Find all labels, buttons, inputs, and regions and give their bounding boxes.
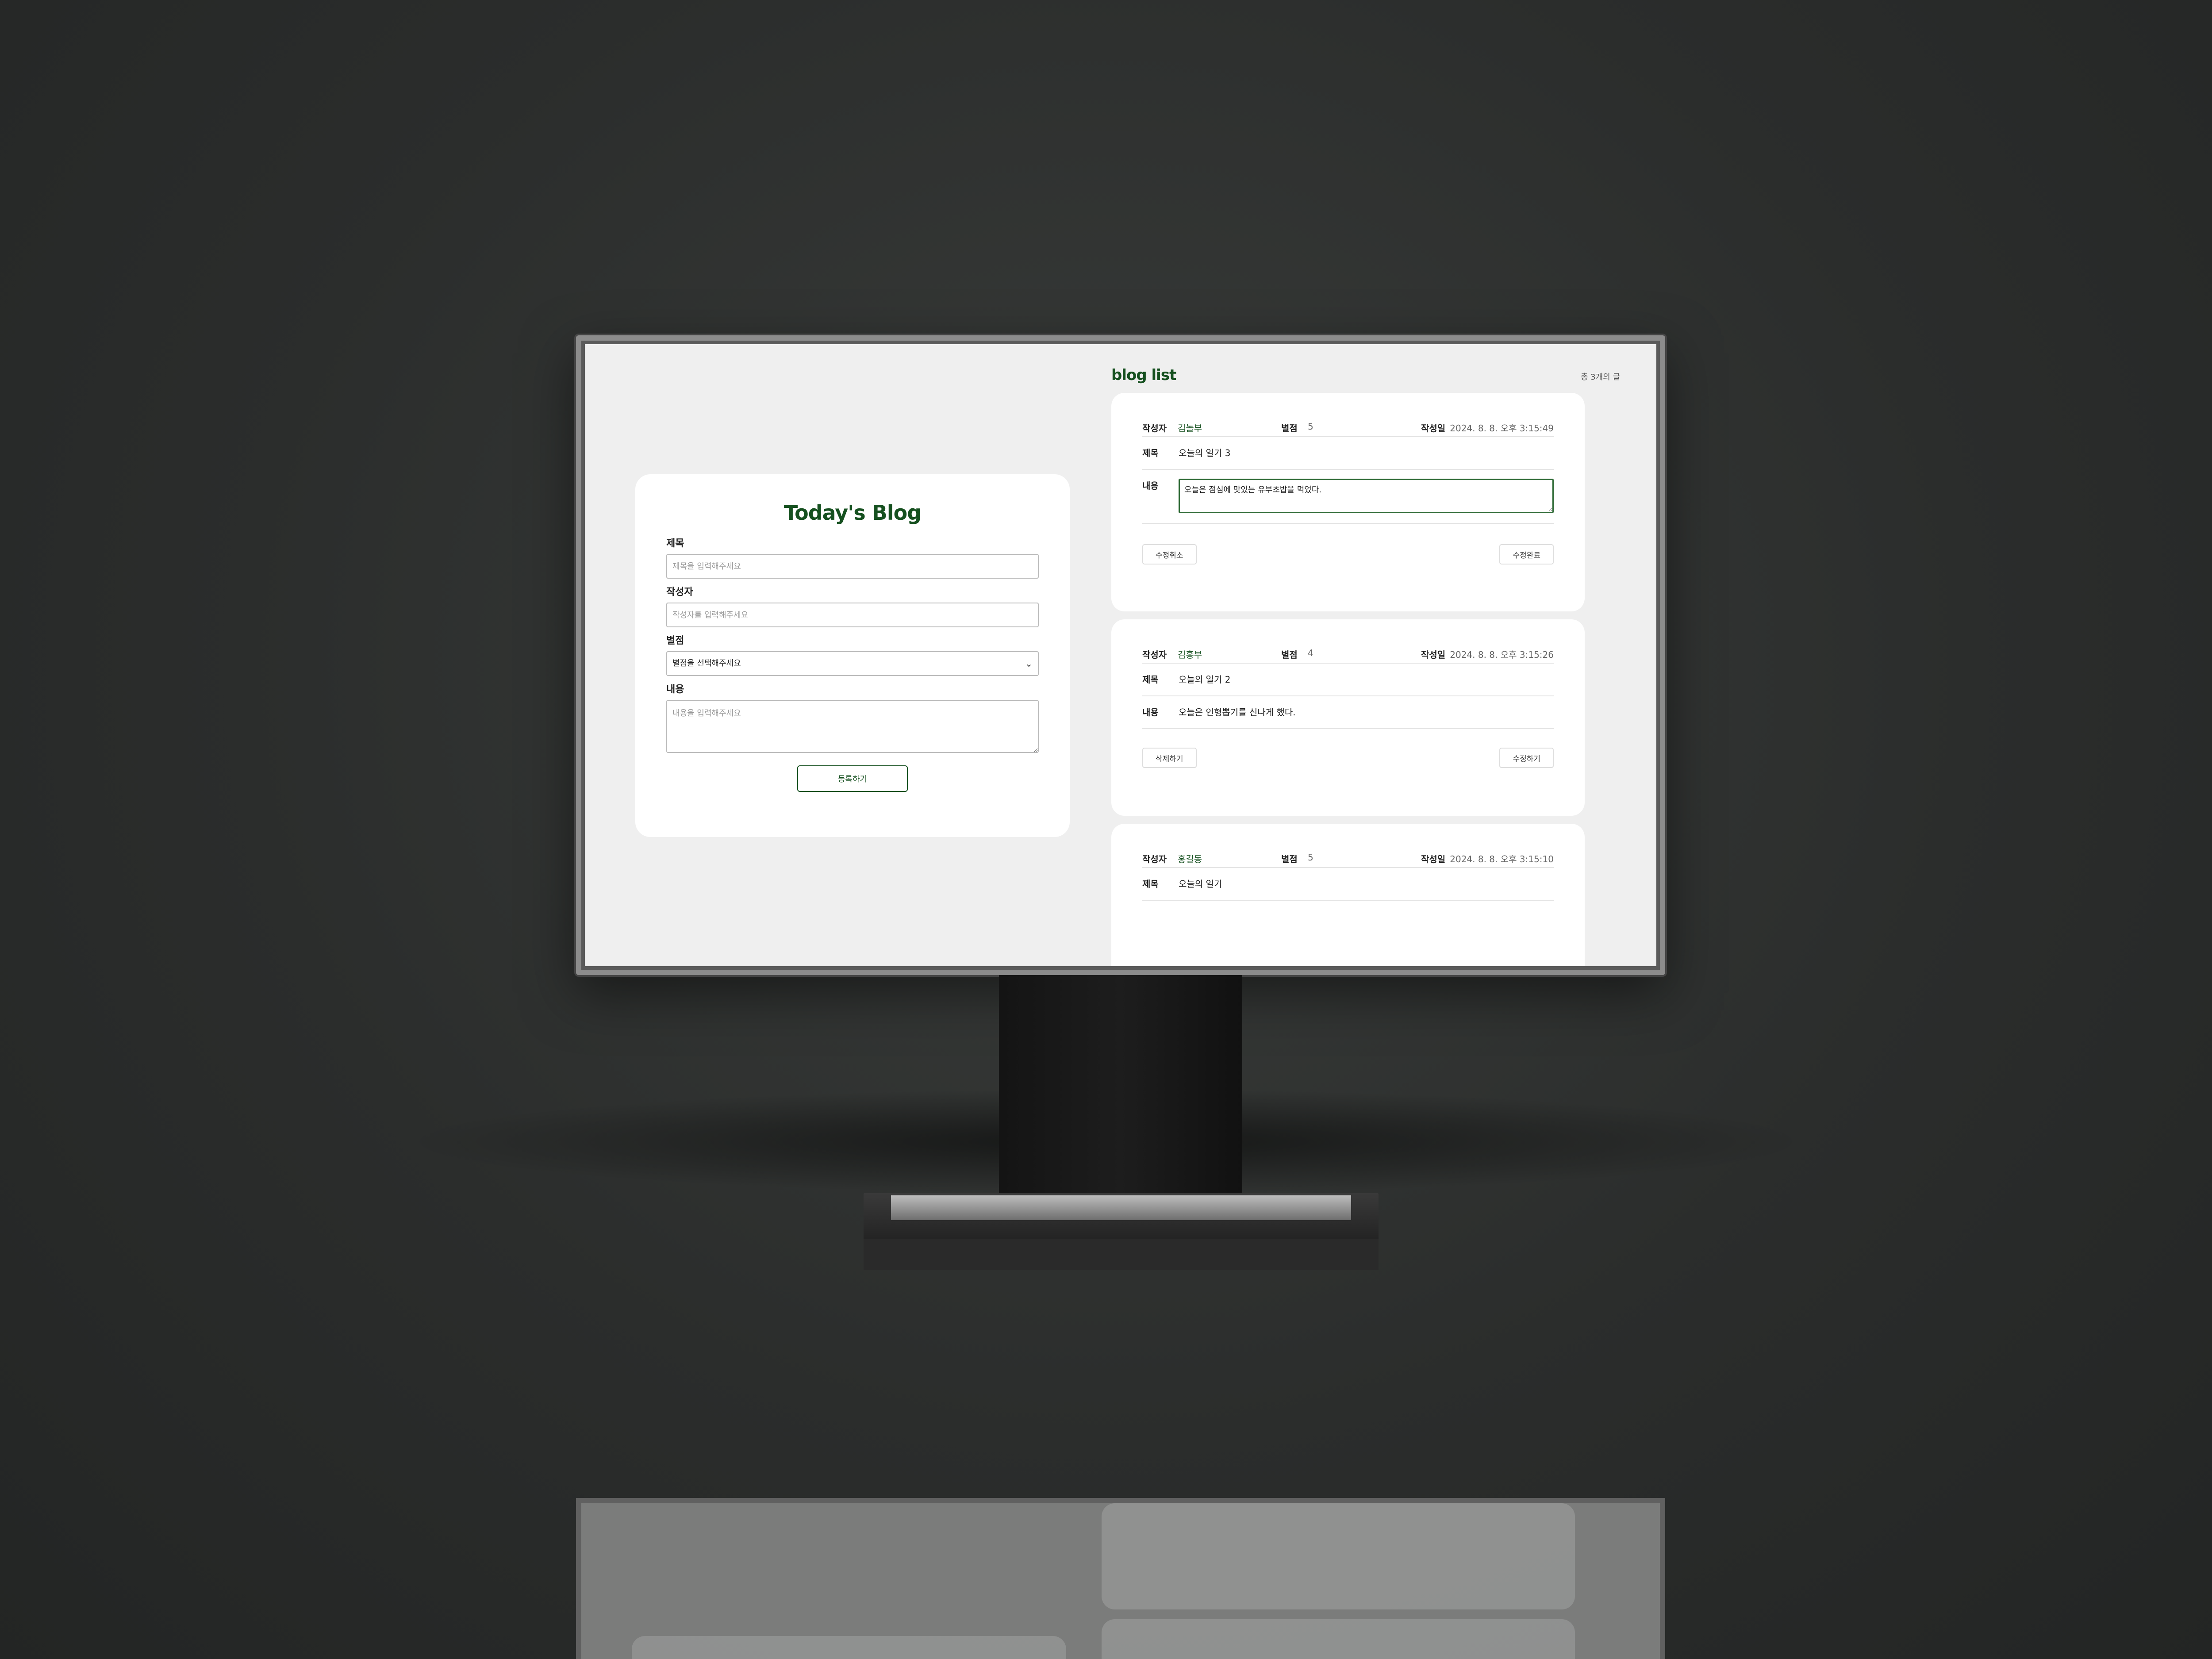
title-label: 제목 (666, 538, 684, 549)
post-actions: 수정취소 수정완료 (1142, 524, 1554, 572)
save-edit-button[interactable]: 수정완료 (1499, 544, 1554, 565)
delete-button[interactable]: 삭제하기 (1142, 748, 1197, 768)
post-author: 김흥부 (1178, 649, 1202, 660)
post-meta-row: 작성자 김놀부 별점 5 작성일 2024. 8. 8. 오후 3:15:49 (1142, 419, 1554, 437)
reflection-card (632, 1636, 1066, 1659)
post-count: 총 3개의 글 (1580, 373, 1620, 382)
content-textarea[interactable] (666, 700, 1039, 753)
post-content-row: 내용 오늘은 인형뽑기를 신나게 했다. (1142, 696, 1554, 729)
author-input[interactable] (666, 603, 1039, 627)
screen: Today's Blog 제목 작성자 별점 별점을 선택해주세요 ⌄ 내용 등… (585, 344, 1656, 966)
monitor-reflection (576, 1498, 1665, 1659)
post-actions: 삭제하기 수정하기 (1142, 729, 1554, 778)
post-date: 2024. 8. 8. 오후 3:15:26 (1450, 649, 1554, 660)
post-title: 오늘의 일기 2 (1179, 674, 1231, 685)
post-content-edit-textarea[interactable]: 오늘은 점심에 맛있는 유부초밥을 먹었다. (1179, 479, 1554, 513)
monitor-stand-base-lip (864, 1239, 1379, 1270)
post-title-row: 제목 오늘의 일기 (1142, 868, 1554, 901)
content-label: 내용 (666, 684, 684, 695)
post-title-row: 제목 오늘의 일기 3 (1142, 437, 1554, 470)
post-title: 오늘의 일기 3 (1179, 448, 1231, 458)
author-label: 작성자 (1142, 649, 1167, 660)
content-label: 내용 (1142, 707, 1159, 718)
title-label: 제목 (1142, 448, 1159, 458)
chevron-down-icon: ⌄ (1025, 658, 1033, 669)
author-label: 작성자 (1142, 854, 1167, 864)
post-card: 작성자 김흥부 별점 4 작성일 2024. 8. 8. 오후 3:15:26 … (1111, 619, 1585, 816)
author-label: 작성자 (1142, 423, 1167, 434)
reflection-card (1102, 1503, 1575, 1609)
title-label: 제목 (1142, 879, 1159, 889)
rating-label: 별점 (1281, 423, 1298, 434)
post-meta-row: 작성자 김흥부 별점 4 작성일 2024. 8. 8. 오후 3:15:26 (1142, 645, 1554, 664)
post-author: 홍길동 (1178, 854, 1202, 864)
submit-button[interactable]: 등록하기 (797, 765, 908, 792)
post-date: 2024. 8. 8. 오후 3:15:49 (1450, 423, 1554, 434)
post-rating: 5 (1308, 421, 1313, 432)
author-label: 작성자 (666, 587, 693, 598)
rating-select-value: 별점을 선택해주세요 (672, 659, 741, 668)
monitor-stand-base-top (891, 1195, 1351, 1220)
post-rating: 5 (1308, 852, 1313, 863)
date-label: 작성일 (1421, 649, 1446, 660)
write-form-card: Today's Blog 제목 작성자 별점 별점을 선택해주세요 ⌄ 내용 등… (635, 474, 1070, 837)
post-author: 김놀부 (1178, 423, 1202, 434)
rating-label: 별점 (666, 635, 684, 646)
cancel-edit-button[interactable]: 수정취소 (1142, 544, 1197, 565)
post-meta-row: 작성자 홍길동 별점 5 작성일 2024. 8. 8. 오후 3:15:10 (1142, 849, 1554, 868)
post-date: 2024. 8. 8. 오후 3:15:10 (1450, 854, 1554, 864)
rating-label: 별점 (1281, 649, 1298, 660)
rating-select[interactable]: 별점을 선택해주세요 ⌄ (666, 651, 1039, 676)
rating-label: 별점 (1281, 854, 1298, 864)
post-title: 오늘의 일기 (1179, 879, 1222, 889)
blog-list-title: blog list (1111, 366, 1176, 384)
form-title: Today's Blog (783, 501, 922, 525)
date-label: 작성일 (1421, 854, 1446, 864)
title-label: 제목 (1142, 674, 1159, 685)
post-card: 작성자 홍길동 별점 5 작성일 2024. 8. 8. 오후 3:15:10 … (1111, 824, 1585, 966)
post-content: 오늘은 인형뽑기를 신나게 했다. (1179, 707, 1296, 718)
post-card: 작성자 김놀부 별점 5 작성일 2024. 8. 8. 오후 3:15:49 … (1111, 393, 1585, 611)
monitor-stand-neck (999, 975, 1242, 1196)
edit-button[interactable]: 수정하기 (1499, 748, 1554, 768)
title-input[interactable] (666, 554, 1039, 579)
content-label: 내용 (1142, 480, 1159, 491)
reflection-card (1102, 1619, 1575, 1659)
post-content-row: 내용 오늘은 점심에 맛있는 유부초밥을 먹었다. (1142, 470, 1554, 524)
post-rating: 4 (1308, 648, 1313, 658)
date-label: 작성일 (1421, 423, 1446, 434)
post-title-row: 제목 오늘의 일기 2 (1142, 664, 1554, 696)
